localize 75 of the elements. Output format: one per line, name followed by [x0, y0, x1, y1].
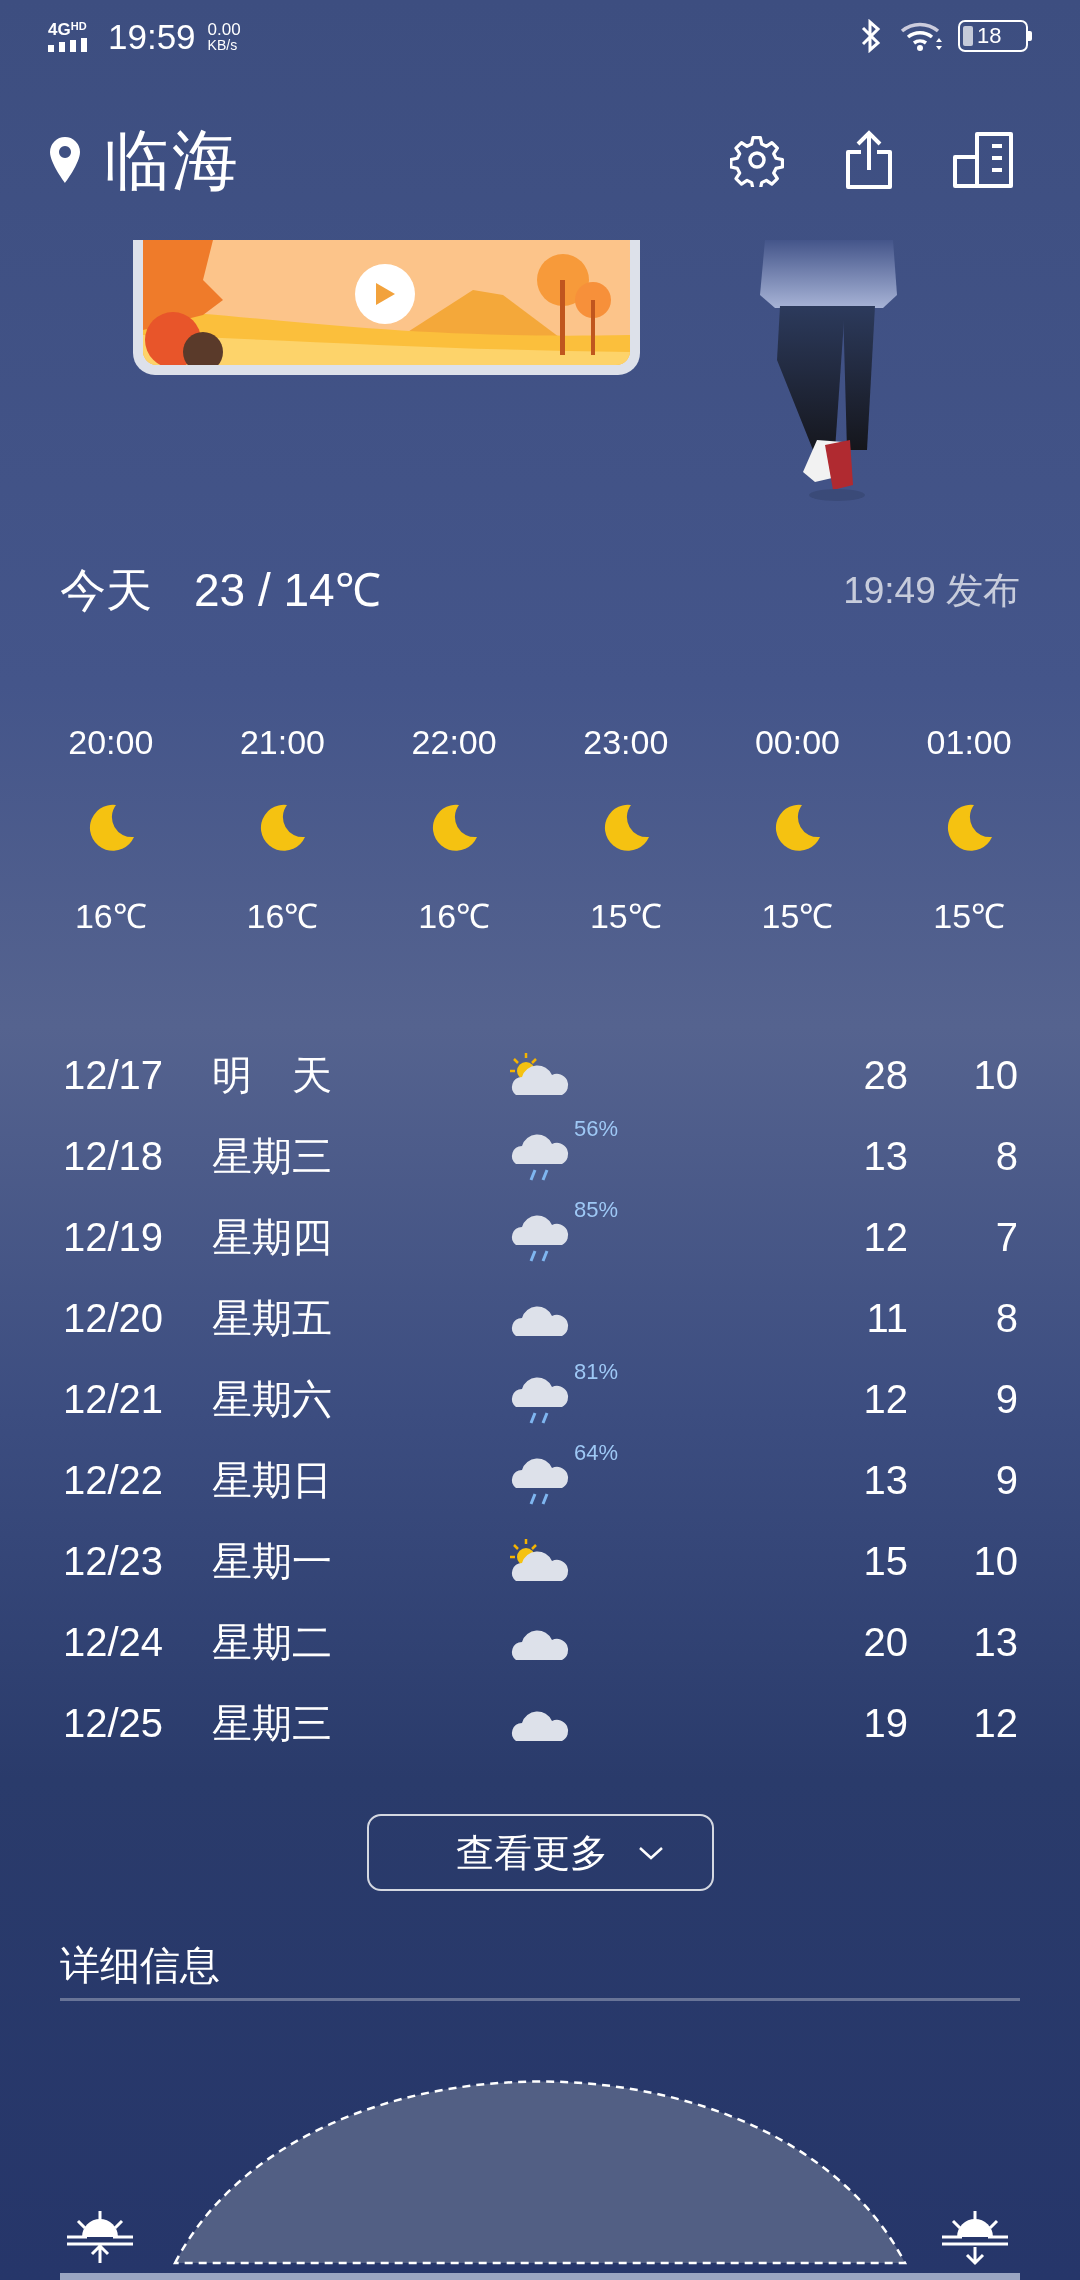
- hour-time: 23:00: [583, 721, 669, 763]
- clock-time: 19:59: [108, 18, 196, 54]
- hour-time: 00:00: [754, 721, 841, 763]
- low-temperature: 8: [994, 1135, 1018, 1176]
- battery-fill: [963, 26, 973, 46]
- high-temperature: 28: [862, 1054, 908, 1095]
- forecast-date: 12/17: [63, 1054, 165, 1095]
- forecast-day: 星期四: [212, 1216, 508, 1257]
- chevron-down-icon: [638, 1845, 664, 1860]
- precipitation-chance: 56%: [574, 1117, 619, 1140]
- forecast-date: 12/21: [63, 1378, 165, 1419]
- forecast-day: 星期五: [212, 1297, 508, 1338]
- high-temperature: 15: [862, 1540, 908, 1581]
- wifi-icon: [900, 21, 944, 51]
- see-more-button[interactable]: 查看更多: [366, 1814, 714, 1891]
- forecast-day: 星期一: [212, 1540, 508, 1581]
- forecast-day: 星期日: [212, 1459, 508, 1500]
- forecast-date: 12/19: [63, 1216, 165, 1257]
- low-temperature: 13: [972, 1621, 1018, 1662]
- high-temperature: 12: [862, 1216, 908, 1257]
- network-speed: 0.00: [207, 20, 241, 38]
- today-temperature-range: 23 / 14℃: [194, 567, 381, 613]
- city-list-icon[interactable]: [952, 131, 1014, 189]
- forecast-date: 12/23: [63, 1540, 165, 1581]
- hour-temperature: 15℃: [933, 895, 1006, 937]
- forecast-day: 星期六: [212, 1378, 508, 1419]
- forecast-day: 明 天: [212, 1054, 508, 1095]
- high-temperature: 19: [862, 1702, 908, 1743]
- low-temperature: 12: [972, 1702, 1018, 1743]
- forecast-date: 12/24: [63, 1621, 165, 1662]
- network-hd-label: HD: [70, 20, 87, 32]
- low-temperature: 9: [994, 1378, 1018, 1419]
- hour-temperature: 16℃: [246, 895, 319, 937]
- hour-temperature: 15℃: [589, 895, 662, 937]
- location-pin-icon: [50, 137, 80, 183]
- precipitation-chance: 85%: [574, 1198, 619, 1221]
- precipitation-chance: 64%: [574, 1441, 619, 1464]
- high-temperature: 13: [862, 1135, 908, 1176]
- hour-time: 01:00: [926, 721, 1012, 763]
- play-icon: [374, 282, 396, 306]
- hour-temperature: 15℃: [761, 895, 834, 937]
- forecast-date: 12/25: [63, 1702, 165, 1743]
- forecast-date: 12/18: [63, 1135, 165, 1176]
- low-temperature: 10: [972, 1540, 1018, 1581]
- low-temperature: 7: [994, 1216, 1018, 1257]
- sunset-icon: [940, 2209, 1010, 2266]
- forecast-day: 星期三: [212, 1135, 508, 1176]
- forecast-date: 12/22: [63, 1459, 165, 1500]
- high-temperature: 20: [862, 1621, 908, 1662]
- bluetooth-icon: [860, 19, 882, 53]
- high-temperature: 12: [862, 1378, 908, 1419]
- forecast-day: 星期三: [212, 1702, 508, 1743]
- settings-icon[interactable]: [730, 133, 784, 187]
- low-temperature: 9: [994, 1459, 1018, 1500]
- sunrise-icon: [65, 2209, 135, 2265]
- speed-unit: KB/s: [207, 37, 239, 52]
- section-title: 详细信息: [60, 1942, 221, 1989]
- network-type: 4G: [48, 20, 71, 38]
- precipitation-chance: 81%: [574, 1360, 619, 1383]
- high-temperature: 13: [862, 1459, 908, 1500]
- battery-level: 18: [977, 25, 1002, 47]
- hour-temperature: 16℃: [74, 895, 147, 937]
- low-temperature: 8: [994, 1297, 1018, 1338]
- hour-time: 21:00: [239, 721, 326, 763]
- city-name: 临海: [104, 127, 240, 193]
- publish-time: 19:49 发布: [843, 571, 1020, 609]
- share-icon[interactable]: [844, 130, 894, 190]
- high-temperature: 11: [865, 1297, 908, 1338]
- low-temperature: 10: [972, 1054, 1018, 1095]
- forecast-date: 12/20: [63, 1297, 165, 1338]
- forecast-day: 星期二: [212, 1621, 508, 1662]
- hour-time: 22:00: [411, 721, 497, 763]
- hour-time: 20:00: [68, 721, 154, 763]
- hour-temperature: 16℃: [418, 895, 491, 937]
- today-label: 今天: [60, 567, 152, 613]
